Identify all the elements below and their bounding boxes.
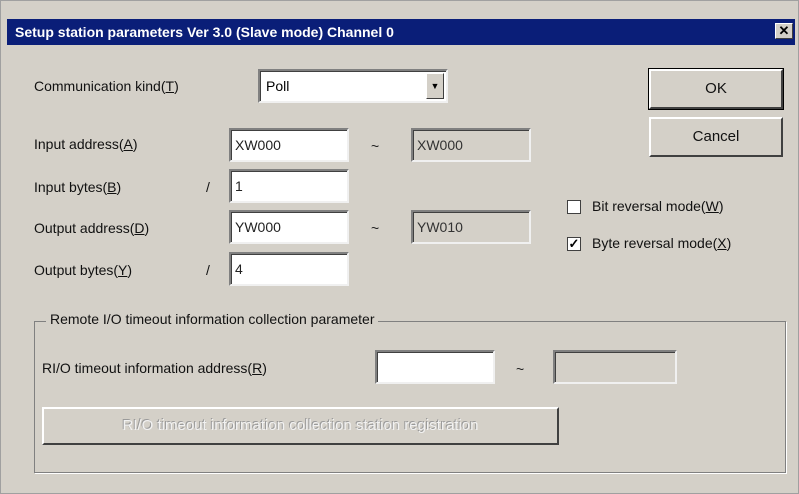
byte-reversal-label[interactable]: Byte reversal mode(X) (592, 235, 731, 251)
ok-button[interactable]: OK (648, 68, 784, 110)
rio-timeout-tilde: ~ (516, 361, 525, 377)
output-address-label: Output address(D) (34, 220, 150, 236)
window-title: Setup station parameters Ver 3.0 (Slave … (15, 24, 394, 40)
output-bytes-label: Output bytes(Y) (34, 262, 133, 278)
output-address-tilde: ~ (371, 220, 380, 236)
rio-timeout-address-label: RI/O timeout information address(R) (42, 360, 267, 376)
input-address-tilde: ~ (371, 138, 380, 154)
communication-kind-label: Communication kind(T) (34, 78, 179, 94)
input-bytes-slash: / (206, 179, 210, 195)
remote-io-groupbox (34, 321, 786, 473)
input-address-field[interactable] (229, 128, 349, 162)
rio-timeout-end-field (553, 350, 677, 384)
input-address-label: Input address(A) (34, 136, 138, 152)
communication-kind-select[interactable]: Poll ▼ (258, 69, 448, 103)
close-icon: ✕ (778, 23, 790, 38)
output-address-field[interactable] (229, 210, 349, 244)
close-button[interactable]: ✕ (775, 23, 793, 39)
title-bar[interactable]: Setup station parameters Ver 3.0 (Slave … (7, 19, 795, 45)
cancel-button[interactable]: Cancel (649, 117, 783, 157)
output-bytes-slash: / (206, 262, 210, 278)
output-bytes-field[interactable] (229, 252, 349, 286)
bit-reversal-checkbox[interactable] (567, 200, 581, 214)
input-bytes-label: Input bytes(B) (34, 179, 122, 195)
bit-reversal-label[interactable]: Bit reversal mode(W) (592, 198, 723, 214)
communication-kind-value: Poll (266, 78, 290, 94)
byte-reversal-checkbox[interactable]: ✓ (567, 237, 581, 251)
input-bytes-field[interactable] (229, 169, 349, 203)
rio-timeout-address-field[interactable] (375, 350, 495, 384)
dialog-window: Setup station parameters Ver 3.0 (Slave … (0, 0, 799, 494)
chevron-down-icon[interactable]: ▼ (426, 73, 444, 99)
remote-io-group-title: Remote I/O timeout information collectio… (46, 311, 379, 327)
rio-registration-button[interactable]: RI/O timeout information collection stat… (42, 407, 559, 445)
input-address-end-field: XW000 (411, 128, 531, 162)
output-address-end-field: YW010 (411, 210, 531, 244)
